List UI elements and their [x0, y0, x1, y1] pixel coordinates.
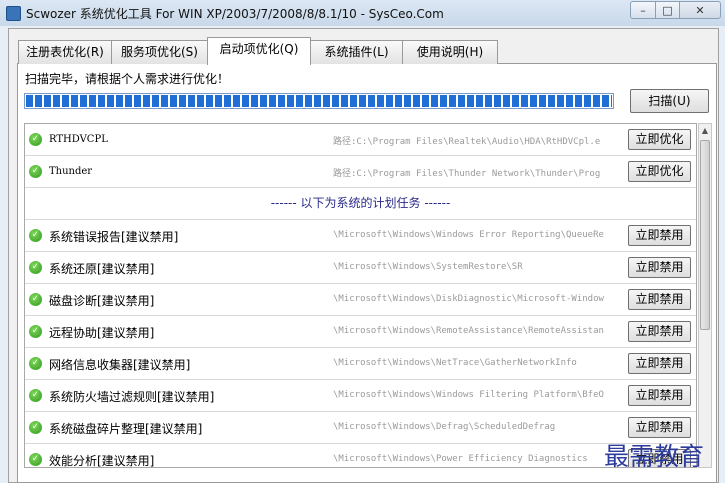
- item-path: \Microsoft\Windows\RemoteAssistance\Remo…: [333, 326, 604, 336]
- check-icon: ✓: [29, 261, 42, 274]
- disable-button[interactable]: 立即禁用: [628, 353, 691, 374]
- item-path: \Microsoft\Windows\NetTrace\GatherNetwor…: [333, 358, 577, 368]
- list-item: ✓ 系统错误报告[建议禁用] \Microsoft\Windows\Window…: [25, 220, 696, 252]
- minimize-button[interactable]: –: [630, 1, 656, 19]
- disable-button[interactable]: 立即禁用: [628, 225, 691, 246]
- progress-fill: [26, 95, 612, 107]
- check-icon: ✓: [29, 357, 42, 370]
- maximize-button[interactable]: □: [655, 1, 680, 19]
- item-path: \Microsoft\Windows\Power Efficiency Diag…: [333, 454, 588, 464]
- item-name: 系统错误报告[建议禁用]: [49, 230, 179, 244]
- check-icon: ✓: [29, 389, 42, 402]
- check-icon: ✓: [29, 325, 42, 338]
- item-name: RTHDVCPL: [49, 134, 108, 145]
- item-path: 路径:C:\Program Files\Thunder Network\Thun…: [333, 169, 601, 179]
- list-item: ✓ 系统防火墙过滤规则[建议禁用] \Microsoft\Windows\Win…: [25, 380, 696, 412]
- startup-list: ✓ RTHDVCPL 路径:C:\Program Files\Realtek\A…: [24, 123, 697, 468]
- item-path: \Microsoft\Windows\SystemRestore\SR: [333, 262, 523, 272]
- item-name: Thunder: [49, 166, 93, 177]
- item-path: 路径:C:\Program Files\Realtek\Audio\HDA\Rt…: [333, 137, 601, 147]
- list-item: ✓ 效能分析[建议禁用] \Microsoft\Windows\Power Ef…: [25, 444, 696, 468]
- optimize-button[interactable]: 立即优化: [628, 161, 691, 182]
- tab-startup[interactable]: 启动项优化(Q): [207, 37, 311, 65]
- window-title: Scwozer 系统优化工具 For WIN XP/2003/7/2008/8/…: [26, 7, 444, 21]
- check-icon: ✓: [29, 293, 42, 306]
- list-item: ✓ 系统还原[建议禁用] \Microsoft\Windows\SystemRe…: [25, 252, 696, 284]
- disable-button[interactable]: 立即禁用: [628, 257, 691, 278]
- item-path: \Microsoft\Windows\Windows Error Reporti…: [333, 230, 604, 240]
- item-path: \Microsoft\Windows\DiskDiagnostic\Micros…: [333, 294, 604, 304]
- item-name: 效能分析[建议禁用]: [49, 454, 155, 468]
- watermark-text: 最需教育: [604, 442, 705, 471]
- list-item: ✓ 系统磁盘碎片整理[建议禁用] \Microsoft\Windows\Defr…: [25, 412, 696, 444]
- disable-button[interactable]: 立即禁用: [628, 321, 691, 342]
- item-name: 网络信息收集器[建议禁用]: [49, 358, 191, 372]
- item-name: 系统防火墙过滤规则[建议禁用]: [49, 390, 215, 404]
- item-name: 系统磁盘碎片整理[建议禁用]: [49, 422, 203, 436]
- check-icon: ✓: [29, 165, 42, 178]
- check-icon: ✓: [29, 421, 42, 434]
- list-item: ✓ 网络信息收集器[建议禁用] \Microsoft\Windows\NetTr…: [25, 348, 696, 380]
- list-item: ✓ 远程协助[建议禁用] \Microsoft\Windows\RemoteAs…: [25, 316, 696, 348]
- title-bar: Scwozer 系统优化工具 For WIN XP/2003/7/2008/8/…: [0, 0, 725, 26]
- check-icon: ✓: [29, 229, 42, 242]
- tab-services[interactable]: 服务项优化(S): [111, 40, 208, 64]
- list-item: ✓ RTHDVCPL 路径:C:\Program Files\Realtek\A…: [25, 124, 696, 156]
- check-icon: ✓: [29, 133, 42, 146]
- item-name: 磁盘诊断[建议禁用]: [49, 294, 155, 308]
- disable-button[interactable]: 立即禁用: [628, 417, 691, 438]
- scan-progress-bar: [24, 93, 614, 109]
- tab-plugins[interactable]: 系统插件(L): [310, 40, 403, 64]
- scroll-thumb[interactable]: [700, 140, 710, 330]
- scroll-up-icon[interactable]: ▲: [699, 124, 711, 138]
- disable-button[interactable]: 立即禁用: [628, 385, 691, 406]
- scan-button[interactable]: 扫描(U): [630, 89, 709, 113]
- optimize-button[interactable]: 立即优化: [628, 129, 691, 150]
- list-scrollbar[interactable]: ▲: [698, 123, 712, 468]
- item-name: 系统还原[建议禁用]: [49, 262, 155, 276]
- close-button[interactable]: ✕: [679, 1, 721, 19]
- status-text: 扫描完毕，请根据个人需求进行优化！: [25, 72, 230, 86]
- list-item: ✓ Thunder 路径:C:\Program Files\Thunder Ne…: [25, 156, 696, 188]
- disable-button[interactable]: 立即禁用: [628, 289, 691, 310]
- item-name: 远程协助[建议禁用]: [49, 326, 155, 340]
- app-icon: [6, 6, 21, 21]
- check-icon: ✓: [29, 453, 42, 466]
- section-header: ------ 以下为系统的计划任务 ------: [25, 188, 696, 220]
- item-path: \Microsoft\Windows\Windows Filtering Pla…: [333, 390, 604, 400]
- tab-registry[interactable]: 注册表优化(R): [18, 40, 112, 64]
- tab-help[interactable]: 使用说明(H): [402, 40, 498, 64]
- list-item: ✓ 磁盘诊断[建议禁用] \Microsoft\Windows\DiskDiag…: [25, 284, 696, 316]
- item-path: \Microsoft\Windows\Defrag\ScheduledDefra…: [333, 422, 556, 432]
